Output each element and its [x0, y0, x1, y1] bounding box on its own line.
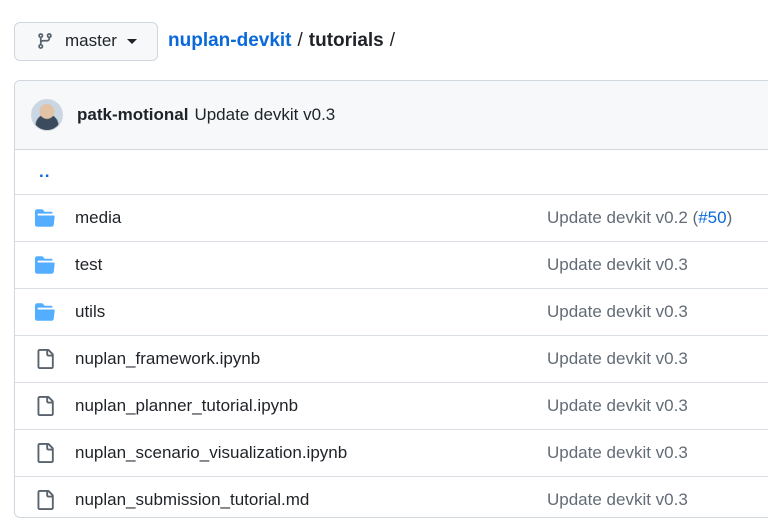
- file-row-nuplan-framework-ipynb[interactable]: nuplan_framework.ipynb Update devkit v0.…: [15, 336, 768, 383]
- breadcrumb-current-directory: tutorials: [308, 30, 384, 51]
- commit-author-link[interactable]: patk-motional: [77, 105, 188, 125]
- folder-icon: [15, 208, 75, 228]
- file-name-link[interactable]: nuplan_framework.ipynb: [75, 349, 260, 369]
- commit-message-text: Update devkit v0.3: [547, 349, 688, 368]
- file-row-media[interactable]: media Update devkit v0.2 (#50): [15, 195, 768, 242]
- commit-message-text: Update devkit v0.2 (: [547, 208, 699, 227]
- commit-message-text: Update devkit v0.3: [547, 443, 688, 462]
- commit-message-text: Update devkit v0.3: [547, 255, 688, 274]
- commit-message-suffix: ): [726, 208, 733, 227]
- file-name-link[interactable]: nuplan_planner_tutorial.ipynb: [75, 396, 298, 416]
- breadcrumb-repo-link[interactable]: nuplan-devkit: [168, 30, 292, 52]
- caret-down-icon: [126, 38, 137, 44]
- file-commit-message-link[interactable]: Update devkit v0.3: [547, 255, 688, 275]
- breadcrumb-trailing-separator: /: [389, 30, 396, 51]
- file-icon: [15, 396, 75, 416]
- commit-message-text: Update devkit v0.3: [547, 396, 688, 415]
- file-icon: [15, 490, 75, 510]
- file-rows: .. media Update devkit v0.2 (#50) test U…: [15, 150, 768, 517]
- file-commit-message-link[interactable]: Update devkit v0.3: [547, 396, 688, 416]
- pull-request-link[interactable]: #50: [698, 208, 726, 227]
- breadcrumb-separator: /: [297, 30, 303, 51]
- file-icon: [15, 443, 75, 463]
- file-row-nuplan-scenario-visualization-ipynb[interactable]: nuplan_scenario_visualization.ipynb Upda…: [15, 430, 768, 477]
- file-commit-message-link[interactable]: Update devkit v0.3: [547, 349, 688, 369]
- file-commit-message-link[interactable]: Update devkit v0.3: [547, 302, 688, 322]
- file-row-test[interactable]: test Update devkit v0.3: [15, 242, 768, 289]
- file-commit-message-link[interactable]: Update devkit v0.2 (#50): [547, 208, 732, 228]
- file-name-link[interactable]: utils: [75, 302, 105, 322]
- git-branch-icon: [36, 32, 54, 50]
- file-list-panel: patk-motional Update devkit v0.3 .. medi…: [14, 80, 768, 518]
- file-name-link[interactable]: nuplan_scenario_visualization.ipynb: [75, 443, 347, 463]
- commit-message-text: Update devkit v0.3: [547, 302, 688, 321]
- file-name-link[interactable]: media: [75, 208, 121, 228]
- commit-message-link[interactable]: Update devkit v0.3: [194, 105, 335, 125]
- parent-directory-link[interactable]: ..: [39, 162, 50, 182]
- file-icon: [15, 349, 75, 369]
- file-row-nuplan-planner-tutorial-ipynb[interactable]: nuplan_planner_tutorial.ipynb Update dev…: [15, 383, 768, 430]
- file-name-link[interactable]: test: [75, 255, 102, 275]
- folder-icon: [15, 302, 75, 322]
- branch-select-button[interactable]: master: [14, 21, 158, 61]
- commit-message-text: Update devkit v0.3: [547, 490, 688, 509]
- breadcrumb: nuplan-devkit / tutorials /: [168, 30, 401, 52]
- file-row-utils[interactable]: utils Update devkit v0.3: [15, 289, 768, 336]
- top-bar: master nuplan-devkit / tutorials /: [14, 21, 401, 61]
- file-commit-message-link[interactable]: Update devkit v0.3: [547, 490, 688, 510]
- avatar[interactable]: [31, 99, 63, 131]
- file-commit-message-link[interactable]: Update devkit v0.3: [547, 443, 688, 463]
- file-name-link[interactable]: nuplan_submission_tutorial.md: [75, 490, 309, 510]
- latest-commit-header: patk-motional Update devkit v0.3: [15, 81, 768, 150]
- folder-icon: [15, 255, 75, 275]
- branch-label: master: [65, 31, 117, 50]
- file-row-nuplan-submission-tutorial-md[interactable]: nuplan_submission_tutorial.md Update dev…: [15, 477, 768, 517]
- parent-directory-row[interactable]: ..: [15, 150, 768, 195]
